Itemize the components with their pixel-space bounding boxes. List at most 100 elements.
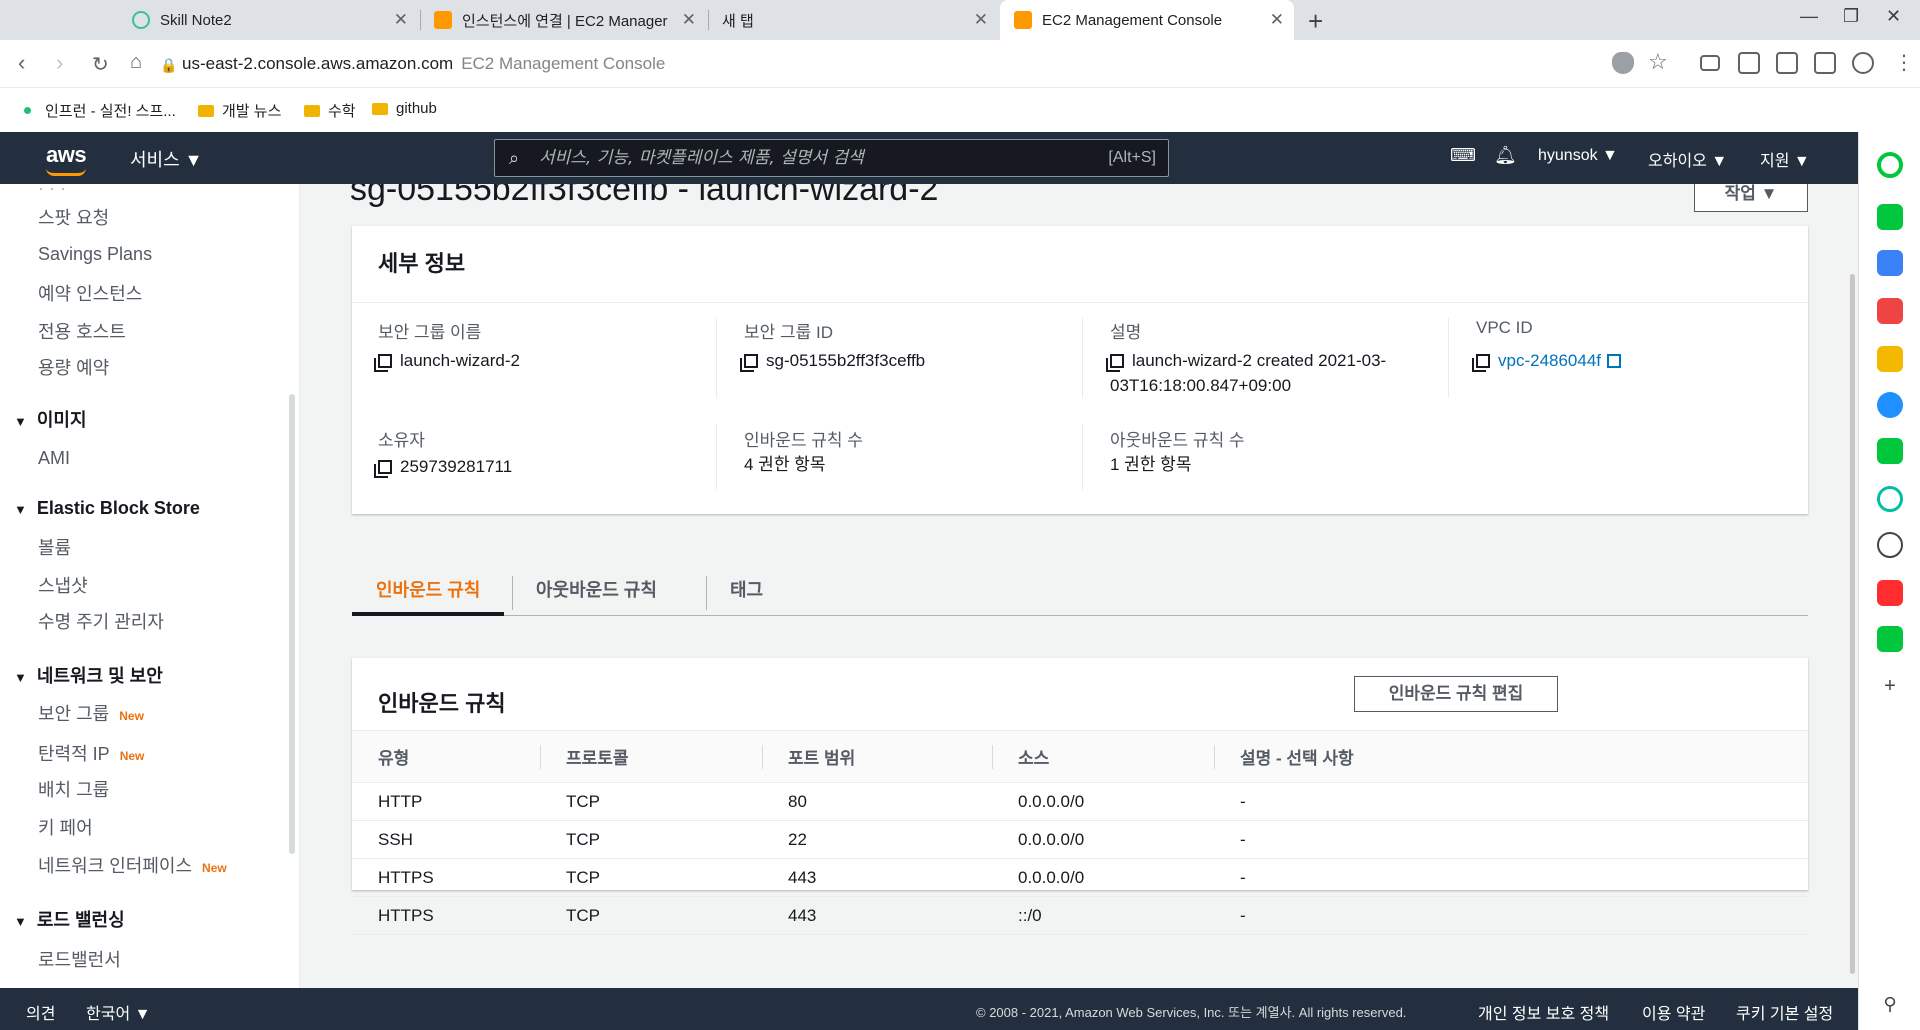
- edit-inbound-rules-button[interactable]: 인바운드 규칙 편집: [1354, 676, 1558, 712]
- info-icon[interactable]: [1776, 52, 1798, 74]
- tab-tags[interactable]: 태그: [706, 570, 787, 616]
- copy-icon[interactable]: [744, 354, 758, 368]
- shield-icon[interactable]: [1612, 52, 1634, 74]
- close-icon[interactable]: ✕: [682, 10, 696, 30]
- sidebar-scrollbar[interactable]: [289, 394, 295, 854]
- camera-icon[interactable]: [1738, 52, 1760, 74]
- sidebar-item-security-groups[interactable]: 보안 그룹 New: [38, 700, 144, 726]
- main-scrollbar[interactable]: [1850, 274, 1855, 974]
- aws-logo[interactable]: aws: [46, 142, 87, 176]
- pin-icon[interactable]: ⚲: [1877, 994, 1903, 1020]
- play-icon[interactable]: [1877, 486, 1903, 512]
- language-selector[interactable]: 한국어 ▼: [86, 1000, 150, 1024]
- column-header-port-range[interactable]: 포트 범위: [762, 730, 992, 783]
- sidebar-item-elastic-ip[interactable]: 탄력적 IP New: [38, 740, 144, 766]
- sidebar-item-spot-requests[interactable]: 스팟 요청: [38, 204, 109, 230]
- sidebar-item-ami[interactable]: AMI: [38, 448, 70, 469]
- sidebar-item-snapshots[interactable]: 스냅샷: [38, 572, 88, 598]
- sidebar-icon[interactable]: [1814, 52, 1836, 74]
- cookie-preferences-link[interactable]: 쿠키 기본 설정: [1736, 1000, 1833, 1024]
- table-row[interactable]: HTTPS TCP 443 0.0.0.0/0 -: [352, 858, 1808, 897]
- browser-tab-new[interactable]: 새 탭 ✕: [708, 0, 998, 40]
- services-menu[interactable]: 서비스 ▼: [130, 146, 203, 172]
- new-tab-plus-icon[interactable]: +: [1308, 6, 1323, 37]
- sidebar-section-ebs[interactable]: ▼ Elastic Block Store: [14, 498, 200, 519]
- sidebar-item-clipped[interactable]: · · ·: [38, 184, 66, 199]
- note-icon[interactable]: [1877, 438, 1903, 464]
- chat-icon[interactable]: [1877, 204, 1903, 230]
- external-link-icon[interactable]: [1607, 354, 1622, 368]
- table-row[interactable]: HTTP TCP 80 0.0.0.0/0 -: [352, 782, 1808, 821]
- restore-icon[interactable]: ❐: [1843, 6, 1859, 27]
- column-header-source[interactable]: 소스: [992, 730, 1214, 783]
- edge-icon[interactable]: [1877, 392, 1903, 418]
- actions-button[interactable]: 작업 ▼: [1694, 184, 1808, 212]
- bell-icon[interactable]: 🔔︎: [1494, 145, 1517, 166]
- bookmark-math[interactable]: 수학: [304, 100, 356, 121]
- sidebar-item-network-interfaces[interactable]: 네트워크 인터페이스 New: [38, 852, 227, 878]
- browser-tab-skill-note[interactable]: Skill Note2 ✕: [118, 0, 418, 40]
- bookmark-dev-news[interactable]: 개발 뉴스: [198, 100, 281, 121]
- profile-icon[interactable]: [1852, 52, 1874, 74]
- copy-icon[interactable]: [378, 460, 392, 474]
- reload-icon[interactable]: ↻: [92, 52, 109, 77]
- star-icon[interactable]: ☆: [1648, 49, 1668, 75]
- sidebar-item-lifecycle-manager[interactable]: 수명 주기 관리자: [38, 608, 164, 634]
- close-icon[interactable]: ✕: [974, 10, 988, 30]
- pocket-icon[interactable]: [1877, 298, 1903, 324]
- sidebar-section-images[interactable]: ▼ 이미지: [14, 406, 87, 432]
- browser-tab-connect-instance[interactable]: 인스턴스에 연결 | EC2 Manager ✕: [420, 0, 706, 40]
- sidebar-item-load-balancers[interactable]: 로드밸런서: [38, 946, 121, 972]
- briefcase-icon[interactable]: [1877, 250, 1903, 276]
- close-icon[interactable]: ✕: [1270, 10, 1284, 30]
- sidebar-item-dedicated-hosts[interactable]: 전용 호스트: [38, 318, 126, 344]
- bookmark-github[interactable]: github: [372, 100, 437, 117]
- close-icon[interactable]: ✕: [394, 10, 408, 30]
- terms-link[interactable]: 이용 약관: [1642, 1000, 1705, 1024]
- feedback-link[interactable]: 의견: [26, 1000, 55, 1024]
- user-menu[interactable]: hyunsok ▼: [1538, 147, 1618, 165]
- forward-icon[interactable]: ›: [56, 50, 63, 76]
- browser-tab-ec2-console[interactable]: EC2 Management Console ✕: [1000, 0, 1294, 40]
- sidebar-item-placement-groups[interactable]: 배치 그룹: [38, 776, 109, 802]
- column-header-type[interactable]: 유형: [352, 730, 540, 783]
- search-box[interactable]: ⌕ [Alt+S]: [494, 139, 1169, 177]
- table-row[interactable]: HTTPS TCP 443 ::/0 -: [352, 896, 1808, 935]
- column-header-protocol[interactable]: 프로토콜: [540, 730, 762, 783]
- webtoon-icon[interactable]: [1877, 626, 1903, 652]
- sidebar-item-savings-plans[interactable]: Savings Plans: [38, 244, 152, 265]
- bookmark-inflearn[interactable]: 인프런 - 실전! 스프...: [24, 100, 176, 121]
- face-icon[interactable]: [1877, 532, 1903, 558]
- cloudshell-icon[interactable]: ⌨: [1450, 145, 1476, 166]
- back-icon[interactable]: ‹: [18, 50, 25, 76]
- home-icon[interactable]: ⌂: [130, 51, 142, 74]
- sidebar-item-reserved-instances[interactable]: 예약 인스턴스: [38, 280, 142, 306]
- more-vertical-icon[interactable]: ⋮: [1894, 50, 1914, 75]
- privacy-link[interactable]: 개인 정보 보호 정책: [1478, 1000, 1609, 1024]
- sidebar-section-load-balancing[interactable]: ▼ 로드 밸런싱: [14, 906, 125, 932]
- sidebar-item-capacity-reservations[interactable]: 용량 예약: [38, 354, 109, 380]
- copy-icon[interactable]: [1476, 354, 1490, 368]
- tab-inbound-rules[interactable]: 인바운드 규칙: [352, 570, 505, 616]
- minimize-icon[interactable]: —: [1800, 6, 1818, 27]
- column-header-description[interactable]: 설명 - 선택 사항: [1214, 730, 1808, 783]
- whale-icon[interactable]: [1877, 152, 1903, 178]
- search-input[interactable]: [539, 146, 1079, 170]
- window-close-icon[interactable]: ✕: [1886, 6, 1901, 27]
- copy-icon[interactable]: [1110, 354, 1124, 368]
- add-icon[interactable]: +: [1877, 674, 1903, 700]
- sidebar-item-volumes[interactable]: 볼륨: [38, 534, 71, 560]
- sidebar-item-key-pairs[interactable]: 키 페어: [38, 814, 93, 840]
- now-icon[interactable]: [1877, 580, 1903, 606]
- video-icon[interactable]: [1700, 55, 1720, 71]
- copy-icon[interactable]: [378, 354, 392, 368]
- tab-outbound-rules[interactable]: 아웃바운드 규칙: [512, 570, 681, 616]
- sidebar-section-network-security[interactable]: ▼ 네트워크 및 보안: [14, 662, 163, 688]
- star-badge-icon[interactable]: [1877, 346, 1903, 372]
- lock-icon[interactable]: 🔒: [160, 57, 177, 74]
- table-row[interactable]: SSH TCP 22 0.0.0.0/0 -: [352, 820, 1808, 859]
- support-menu[interactable]: 지원 ▼: [1760, 147, 1810, 171]
- url-field[interactable]: us-east-2.console.aws.amazon.com EC2 Mana…: [182, 54, 665, 74]
- region-menu[interactable]: 오하이오 ▼: [1648, 147, 1727, 171]
- vpc-link[interactable]: vpc-2486044f: [1498, 351, 1601, 370]
